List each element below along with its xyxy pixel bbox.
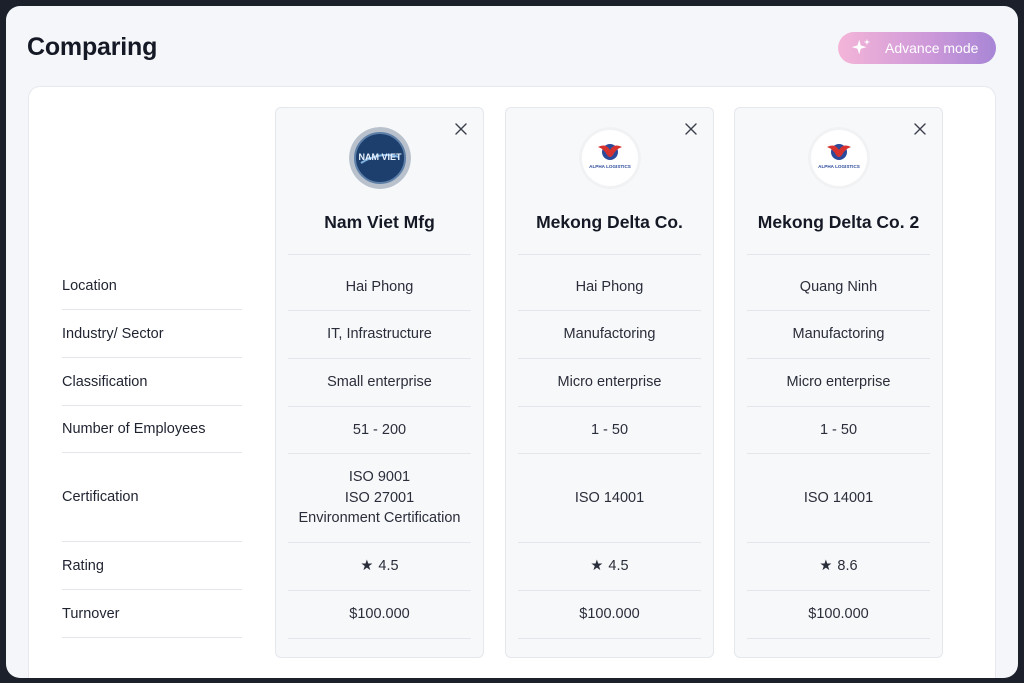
svg-text:NAM VIET: NAM VIET	[358, 152, 402, 162]
industry-value: Manufactoring	[792, 326, 885, 343]
company-name: Mekong Delta Co.	[536, 212, 683, 232]
industry-value: IT, Infrastructure	[327, 326, 432, 343]
company-card: ALPHA LOGISTICS Mekong Delta Co. 2 Quang N…	[734, 107, 943, 658]
advance-mode-button[interactable]: Advance mode	[838, 32, 996, 64]
company-name: Mekong Delta Co. 2	[757, 212, 920, 232]
industry-value: Manufactoring	[563, 326, 656, 343]
cell-classification: Micro enterprise	[518, 359, 701, 407]
cell-industry: Manufactoring	[747, 311, 930, 359]
certification-item: Environment Certification	[298, 510, 461, 527]
location-value: Quang Ninh	[799, 278, 878, 295]
classification-value: Micro enterprise	[557, 374, 662, 391]
rating-value: 4.5	[378, 558, 399, 575]
rating-value: 4.5	[608, 558, 629, 575]
cell-location: Quang Ninh	[747, 264, 930, 311]
close-icon[interactable]	[453, 121, 469, 137]
cell-location: Hai Phong	[288, 264, 471, 311]
certification-item: ISO 14001	[574, 489, 645, 506]
employees-value: 1 - 50	[819, 421, 858, 438]
location-value: Hai Phong	[345, 278, 414, 295]
classification-value: Micro enterprise	[786, 374, 891, 391]
advance-mode-label: Advance mode	[885, 40, 979, 56]
cell-turnover: $100.000	[288, 591, 471, 639]
cell-employees: 51 - 200	[288, 407, 471, 454]
cell-classification: Micro enterprise	[747, 359, 930, 407]
certification-item: ISO 27001	[344, 489, 415, 506]
company-card: NAM VIET Nam Viet Mfg Hai Phong IT, Infrast…	[275, 107, 484, 658]
cell-turnover: $100.000	[518, 591, 701, 639]
row-label-location: Location	[62, 263, 242, 310]
row-label-classification: Classification	[62, 358, 242, 406]
cell-employees: 1 - 50	[518, 407, 701, 454]
star-icon: ★	[360, 558, 374, 575]
row-label-certification: Certification	[62, 453, 242, 542]
certification-item: ISO 9001	[348, 469, 411, 486]
svg-text:ALPHA LOGISTICS: ALPHA LOGISTICS	[818, 164, 860, 169]
divider	[747, 254, 930, 255]
certification-item: ISO 14001	[803, 489, 874, 506]
divider	[518, 254, 701, 255]
close-icon[interactable]	[683, 121, 699, 137]
page-title: Comparing	[27, 33, 158, 61]
row-label-industry: Industry/ Sector	[62, 310, 242, 358]
cell-industry: IT, Infrastructure	[288, 311, 471, 359]
employees-value: 51 - 200	[352, 421, 407, 438]
turnover-value: $100.000	[579, 606, 640, 623]
turnover-value: $100.000	[349, 606, 410, 623]
row-label-rating: Rating	[62, 542, 242, 590]
cell-turnover: $100.000	[747, 591, 930, 639]
star-icon: ★	[819, 558, 833, 575]
cell-certification: ISO 14001	[518, 454, 701, 543]
turnover-value: $100.000	[808, 606, 869, 623]
divider	[288, 254, 471, 255]
company-logo: ALPHA LOGISTICS	[808, 127, 870, 189]
row-label-turnover: Turnover	[62, 590, 242, 638]
close-icon[interactable]	[912, 121, 928, 137]
cell-rating: ★ 8.6	[747, 543, 930, 591]
cell-industry: Manufactoring	[518, 311, 701, 359]
cell-rating: ★ 4.5	[518, 543, 701, 591]
cell-classification: Small enterprise	[288, 359, 471, 407]
cell-employees: 1 - 50	[747, 407, 930, 454]
comparison-panel: Location Industry/ Sector Classification Nu…	[28, 86, 996, 678]
company-logo: ALPHA LOGISTICS	[579, 127, 641, 189]
company-name: Nam Viet Mfg	[324, 212, 435, 232]
company-logo: NAM VIET	[349, 127, 411, 189]
sparkle-icon	[851, 38, 871, 55]
location-value: Hai Phong	[575, 278, 644, 295]
classification-value: Small enterprise	[327, 374, 432, 391]
rating-value: 8.6	[837, 558, 858, 575]
cell-location: Hai Phong	[518, 264, 701, 311]
employees-value: 1 - 50	[590, 421, 629, 438]
cell-certification: ISO 14001	[747, 454, 930, 543]
star-icon: ★	[590, 558, 604, 575]
cell-certification: ISO 9001 ISO 27001 Environment Certificati…	[288, 454, 471, 543]
app-window: Comparing Advance mode Location Industry/…	[6, 6, 1018, 678]
company-card: ALPHA LOGISTICS Mekong Delta Co. Hai Phong…	[505, 107, 714, 658]
svg-text:ALPHA LOGISTICS: ALPHA LOGISTICS	[589, 164, 631, 169]
row-label-employees: Number of Employees	[62, 406, 242, 453]
cell-rating: ★ 4.5	[288, 543, 471, 591]
